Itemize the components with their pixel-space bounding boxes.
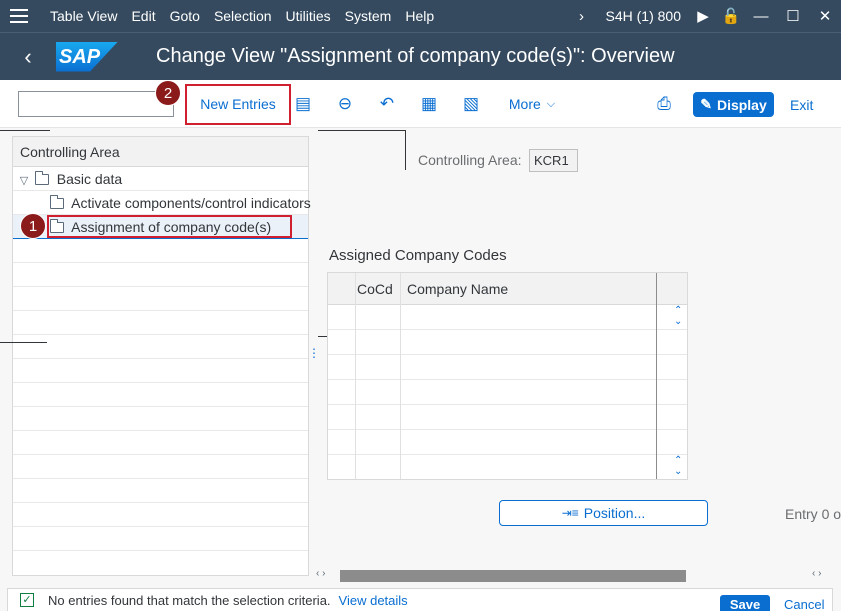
glasses-icon: ✎	[700, 96, 712, 112]
chevron-right-icon[interactable]: ›	[568, 0, 596, 32]
maximize-icon[interactable]: ☐	[777, 0, 809, 32]
tree-item-basic-data[interactable]: ▽ Basic data	[13, 167, 308, 191]
menu-bar: Table View Edit Goto Selection Utilities…	[0, 0, 841, 32]
exit-button[interactable]: Exit	[790, 92, 813, 117]
position-icon: ⇥≡	[561, 506, 579, 520]
scroll-down-icon[interactable]: ⌃ ⌄	[674, 455, 682, 477]
controlling-area-label: Controlling Area:	[418, 152, 522, 168]
status-bar: ✓ No entries found that match the select…	[7, 588, 833, 611]
tree-empty-row	[13, 239, 308, 263]
folder-icon	[50, 195, 64, 209]
system-name: S4H (1) 800	[605, 8, 681, 24]
select-all-icon[interactable]: ▦	[417, 80, 441, 128]
tree-empty-row	[13, 359, 308, 383]
connector-line	[0, 342, 47, 343]
tree-header: Controlling Area	[13, 137, 308, 167]
tree-item-label: Activate components/control indicators	[71, 195, 311, 211]
command-field[interactable]	[18, 91, 174, 117]
unlock-icon[interactable]: 🔓	[717, 0, 745, 32]
company-codes-table: CoCd Company Name ⌃ ⌄ ⌃ ⌄	[327, 272, 688, 480]
delete-icon[interactable]: ⊖	[333, 80, 357, 128]
tree-empty-row	[13, 479, 308, 503]
new-entries-highlight	[185, 84, 291, 125]
print-icon[interactable]: ⎙	[652, 80, 676, 128]
minimize-icon[interactable]: —	[745, 0, 777, 32]
tree-empty-row	[13, 455, 308, 479]
play-icon[interactable]: ▶	[689, 0, 717, 32]
column-divider	[355, 273, 356, 479]
scroll-right-icon[interactable]: ‹ ›	[812, 568, 821, 579]
sap-logo: SAP	[56, 41, 118, 72]
tree-empty-row	[13, 311, 308, 335]
assignment-highlight	[47, 215, 292, 238]
folder-open-icon	[34, 171, 49, 185]
select-block-icon[interactable]: ▧	[459, 80, 483, 128]
table-row[interactable]	[328, 380, 687, 405]
tree-empty-row	[13, 383, 308, 407]
controlling-area-field: KCR1	[529, 149, 578, 172]
tree-empty-row	[13, 503, 308, 527]
scroll-up-icon[interactable]: ⌃ ⌄	[674, 305, 682, 327]
menu-help[interactable]: Help	[405, 8, 434, 24]
table-scrollbar[interactable]	[656, 273, 657, 479]
hamburger-menu-icon[interactable]	[0, 0, 38, 32]
more-button[interactable]: More ⌵	[504, 80, 560, 128]
undo-icon[interactable]: ↶	[375, 80, 399, 128]
callout-badge-2: 2	[155, 80, 181, 106]
title-bar: ‹ SAP Change View "Assignment of company…	[0, 32, 841, 80]
table-row[interactable]	[328, 305, 687, 330]
menu-table-view[interactable]: Table View	[50, 8, 117, 24]
menu-goto[interactable]: Goto	[170, 8, 200, 24]
display-button[interactable]: ✎ Display	[693, 92, 774, 117]
column-divider	[400, 273, 401, 479]
more-label: More	[508, 96, 541, 112]
chevron-down-icon[interactable]: ▽	[17, 169, 31, 193]
column-header-cocd[interactable]: CoCd	[357, 273, 393, 305]
page-title: Change View "Assignment of company code(…	[156, 45, 675, 67]
connector-line	[0, 130, 50, 131]
toolbar: New Entries ▤ ⊖ ↶ ▦ ▧ More ⌵ ⎙ ✎ Display…	[0, 80, 841, 128]
chevron-down-icon: ⌵	[546, 97, 556, 110]
table-header: CoCd Company Name	[328, 273, 687, 305]
close-icon[interactable]: ✕	[809, 0, 841, 32]
tree-empty-row	[13, 287, 308, 311]
navigation-tree: Controlling Area ▽ Basic data Activate c…	[12, 136, 311, 576]
position-label: Position...	[583, 505, 646, 521]
table-row[interactable]	[328, 355, 687, 380]
tree-empty-row	[13, 263, 308, 287]
display-label: Display	[716, 96, 767, 113]
column-header-company-name[interactable]: Company Name	[407, 273, 508, 305]
menu-system[interactable]: System	[345, 8, 392, 24]
save-button[interactable]: Save	[720, 595, 770, 611]
checkmark-icon: ✓	[20, 593, 34, 607]
tree-item-activate-components[interactable]: Activate components/control indicators	[13, 191, 311, 215]
entry-counter: Entry 0 o	[785, 506, 841, 522]
tree-empty-row	[13, 407, 308, 431]
horizontal-scrollbar[interactable]: ‹ › ‹ ›	[316, 568, 841, 584]
connector-line	[318, 130, 406, 131]
cancel-button[interactable]: Cancel	[784, 597, 824, 611]
table-row[interactable]	[328, 405, 687, 430]
tree-empty-row	[13, 431, 308, 455]
tree-empty-row	[13, 335, 308, 359]
menu-utilities[interactable]: Utilities	[286, 8, 331, 24]
table-row[interactable]	[328, 455, 687, 480]
view-details-link[interactable]: View details	[339, 593, 408, 608]
table-row[interactable]	[328, 330, 687, 355]
back-icon[interactable]: ‹	[0, 33, 56, 81]
menu-selection[interactable]: Selection	[214, 8, 272, 24]
scrollbar-thumb[interactable]	[340, 570, 686, 582]
table-row[interactable]	[328, 430, 687, 455]
status-message: No entries found that match the selectio…	[48, 592, 331, 608]
scroll-left-icon[interactable]: ‹ ›	[316, 568, 325, 579]
splitter-handle[interactable]: ⋮	[308, 346, 320, 360]
position-button[interactable]: ⇥≡ Position...	[499, 500, 708, 526]
tree-empty-row	[13, 527, 308, 551]
tree-item-label: Basic data	[56, 171, 123, 187]
connector-line	[405, 130, 406, 170]
copy-as-icon[interactable]: ▤	[290, 80, 316, 128]
menu-edit[interactable]: Edit	[131, 8, 155, 24]
section-title: Assigned Company Codes	[329, 247, 507, 264]
callout-badge-1: 1	[20, 213, 46, 239]
